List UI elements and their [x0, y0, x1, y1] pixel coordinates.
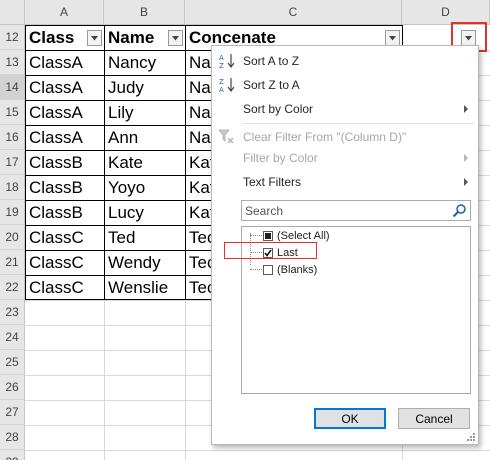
row-header[interactable]: 26 — [0, 375, 25, 400]
dropdown-arrow-icon — [91, 35, 98, 40]
table-cell[interactable]: Kat — [186, 175, 211, 200]
select-all-corner[interactable] — [0, 0, 25, 25]
table-cell[interactable]: ClassA — [26, 50, 104, 75]
filter-by-color-label: Filter by Color — [243, 151, 318, 165]
table-cell[interactable]: Wenslie — [105, 275, 185, 300]
table-cell[interactable]: Kat — [186, 150, 211, 175]
sort-ascending-icon: A Z — [219, 54, 235, 70]
table-cell[interactable]: ClassC — [26, 225, 104, 250]
sort-z-to-a-label: Sort Z to A — [243, 78, 300, 92]
row-header[interactable]: 21 — [0, 250, 25, 275]
submenu-arrow-icon — [464, 105, 468, 113]
row-header[interactable]: 23 — [0, 300, 25, 325]
table-cell[interactable]: Tec — [186, 250, 211, 275]
row-header[interactable]: 22 — [0, 275, 25, 300]
column-header-c[interactable]: C — [185, 0, 402, 25]
cancel-button[interactable]: Cancel — [398, 408, 470, 429]
submenu-arrow-icon — [464, 178, 468, 186]
filter-dropdown-button[interactable] — [168, 30, 183, 46]
table-cell[interactable]: ClassB — [26, 200, 104, 225]
table-cell[interactable]: ClassC — [26, 275, 104, 300]
svg-text:Z: Z — [219, 78, 224, 86]
svg-text:Z: Z — [219, 62, 224, 70]
row-header[interactable]: 29 — [0, 450, 25, 460]
row-header[interactable]: 27 — [0, 400, 25, 425]
table-cell[interactable]: Kate — [105, 150, 185, 175]
table-cell[interactable]: Yoyo — [105, 175, 185, 200]
submenu-arrow-icon — [464, 154, 468, 162]
filter-dropdown-button[interactable] — [87, 30, 102, 46]
table-cell[interactable]: Ann — [105, 125, 185, 150]
sort-by-color-item[interactable]: Sort by Color — [212, 97, 478, 121]
row-header[interactable]: 18 — [0, 175, 25, 200]
highlight-box — [224, 242, 317, 259]
svg-text:A: A — [219, 86, 224, 94]
filter-option-label: (Blanks) — [277, 263, 318, 276]
ok-button[interactable]: OK — [314, 408, 386, 429]
table-cell[interactable]: ClassB — [26, 175, 104, 200]
row-header[interactable]: 14 — [0, 75, 25, 100]
row-header[interactable]: 20 — [0, 225, 25, 250]
table-cell[interactable]: Na — [186, 100, 211, 125]
row-header[interactable]: 15 — [0, 100, 25, 125]
sort-a-to-z-item[interactable]: A Z Sort A to Z — [212, 49, 478, 73]
search-placeholder: Search — [245, 203, 284, 218]
table-cell[interactable]: Ted — [105, 225, 185, 250]
row-header[interactable]: 16 — [0, 125, 25, 150]
table-cell[interactable]: ClassA — [26, 75, 104, 100]
filter-option-label: (Select All) — [277, 229, 330, 242]
filter-search-input[interactable]: Search — [241, 200, 471, 221]
table-cell[interactable]: Kat — [186, 200, 211, 225]
checkbox[interactable] — [263, 264, 273, 275]
row-header[interactable]: 17 — [0, 150, 25, 175]
text-filters-item[interactable]: Text Filters — [212, 170, 478, 194]
table-cell[interactable]: ClassA — [26, 100, 104, 125]
search-icon — [452, 204, 466, 218]
column-header-a[interactable]: A — [25, 0, 104, 25]
table-cell[interactable]: Wendy — [105, 250, 185, 275]
row-header[interactable]: 12 — [0, 25, 25, 50]
autofilter-menu: A Z Sort A to Z Z A Sort Z to A Sort by … — [211, 45, 479, 445]
table-cell[interactable]: Tec — [186, 275, 211, 300]
dropdown-arrow-icon — [172, 35, 179, 40]
text-filters-label: Text Filters — [243, 175, 302, 189]
filter-option-blanks[interactable]: (Blanks) — [263, 261, 317, 278]
clear-filter-icon — [218, 129, 234, 144]
svg-text:A: A — [219, 54, 224, 62]
table-cell[interactable]: ClassC — [26, 250, 104, 275]
sort-by-color-label: Sort by Color — [243, 102, 314, 116]
table-cell[interactable]: Tec — [186, 225, 211, 250]
filter-by-color-item[interactable]: Filter by Color — [212, 146, 478, 170]
dropdown-arrow-icon — [389, 35, 396, 40]
table-cell[interactable]: Na — [186, 75, 211, 100]
header-cell-class[interactable]: Class — [26, 25, 86, 50]
table-cell[interactable]: Nancy — [105, 50, 185, 75]
column-header-b[interactable]: B — [104, 0, 185, 25]
table-cell[interactable]: Judy — [105, 75, 185, 100]
table-cell[interactable]: Lucy — [105, 200, 185, 225]
table-cell[interactable]: Na — [186, 50, 211, 75]
row-header[interactable]: 19 — [0, 200, 25, 225]
resize-grip-icon[interactable] — [467, 433, 476, 442]
filter-dropdown-button[interactable] — [385, 30, 400, 46]
clear-filter-label: Clear Filter From "(Column D)" — [243, 130, 407, 144]
table-cell[interactable]: Na — [186, 125, 211, 150]
table-cell[interactable]: Lily — [105, 100, 185, 125]
checkbox[interactable] — [263, 230, 273, 241]
table-cell[interactable]: ClassA — [26, 125, 104, 150]
row-header[interactable]: 25 — [0, 350, 25, 375]
row-header[interactable]: 24 — [0, 325, 25, 350]
row-header[interactable]: 28 — [0, 425, 25, 450]
row-header[interactable]: 13 — [0, 50, 25, 75]
sort-a-to-z-label: Sort A to Z — [243, 54, 300, 68]
sort-z-to-a-item[interactable]: Z A Sort Z to A — [212, 73, 478, 97]
header-cell-name[interactable]: Name — [105, 25, 167, 50]
table-cell[interactable]: ClassB — [26, 150, 104, 175]
sort-descending-icon: Z A — [219, 78, 235, 94]
